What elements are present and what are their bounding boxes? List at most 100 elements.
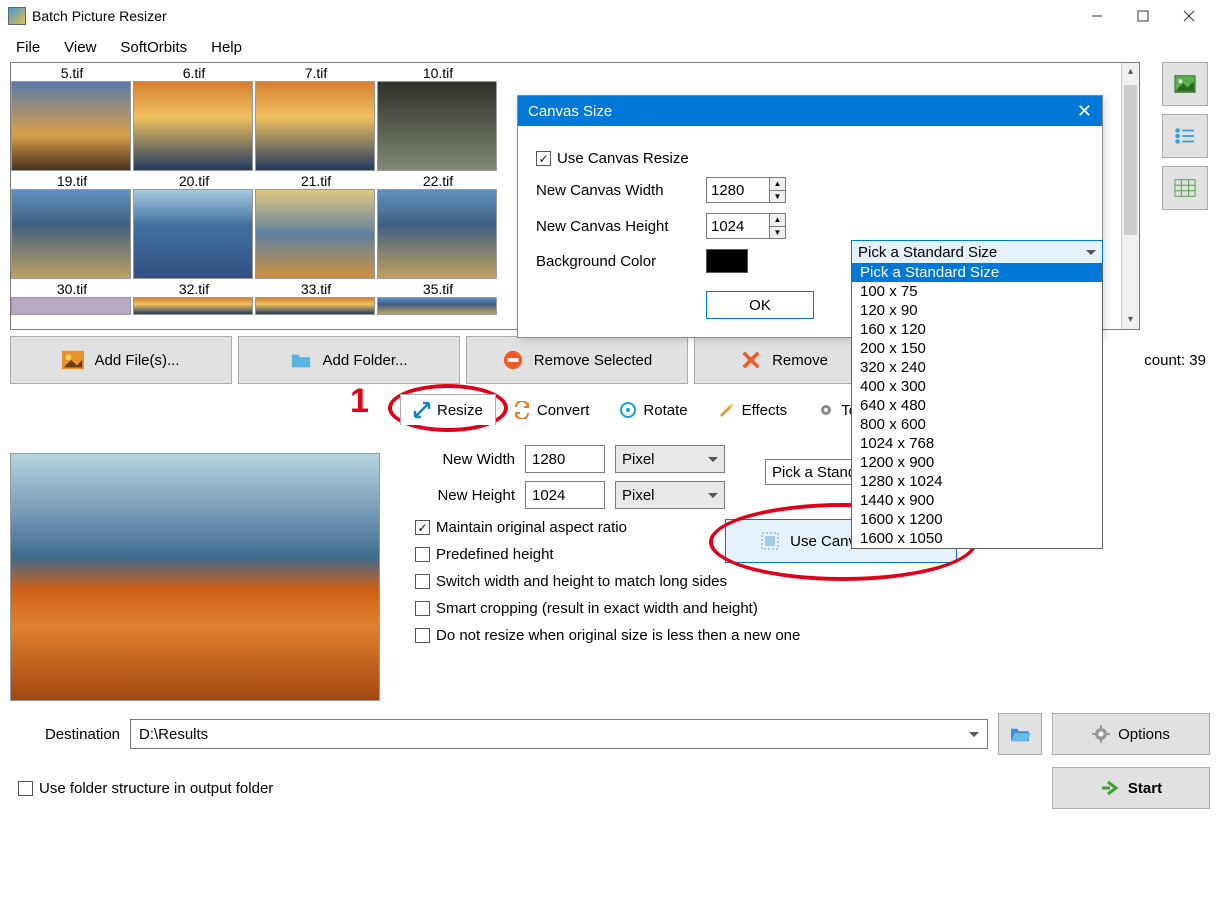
remove-all-button[interactable]: Remove <box>694 336 874 384</box>
chevron-down-icon <box>969 732 979 737</box>
view-thumbnails-button[interactable] <box>1162 62 1208 106</box>
thumb-label: 7.tif <box>255 65 377 81</box>
dlg-width-spinner[interactable]: ▲▼ <box>706 177 786 203</box>
minus-circle-icon <box>502 350 524 370</box>
dropdown-item[interactable]: Pick a Standard Size <box>852 263 1102 282</box>
thumbnail-item[interactable]: 20.tif <box>133 173 255 279</box>
menu-softorbits[interactable]: SoftOrbits <box>110 36 197 59</box>
dlg-use-canvas-row[interactable]: ✓ Use Canvas Resize <box>536 150 1084 167</box>
thumbnail-item[interactable]: 6.tif <box>133 65 255 171</box>
checkbox-icon[interactable] <box>18 781 33 796</box>
width-unit-select[interactable]: Pixel <box>615 445 725 473</box>
tab-convert[interactable]: Convert <box>500 394 603 425</box>
menu-file[interactable]: File <box>6 36 50 59</box>
thumbnail-item[interactable]: 7.tif <box>255 65 377 171</box>
dropdown-item[interactable]: 200 x 150 <box>852 339 1102 358</box>
dropdown-header[interactable]: Pick a Standard Size <box>851 240 1103 264</box>
dropdown-item[interactable]: 1200 x 900 <box>852 453 1102 472</box>
dialog-close-icon[interactable]: ✕ <box>1077 101 1092 122</box>
checkbox-icon[interactable] <box>415 628 430 643</box>
view-list-button[interactable] <box>1162 114 1208 158</box>
close-button[interactable] <box>1166 1 1212 31</box>
dropdown-item[interactable]: 120 x 90 <box>852 301 1102 320</box>
thumbnail-item[interactable]: 32.tif <box>133 281 255 315</box>
dropdown-item[interactable]: 100 x 75 <box>852 282 1102 301</box>
dlg-bgcolor-swatch[interactable] <box>706 249 748 273</box>
spin-down-icon[interactable]: ▼ <box>770 227 785 239</box>
dropdown-item[interactable]: 800 x 600 <box>852 415 1102 434</box>
height-unit-select[interactable]: Pixel <box>615 481 725 509</box>
thumb-label: 5.tif <box>11 65 133 81</box>
tab-resize[interactable]: Resize <box>400 394 496 425</box>
minimize-button[interactable] <box>1074 1 1120 31</box>
new-width-input[interactable] <box>525 445 605 473</box>
thumbnail-item[interactable]: 33.tif <box>255 281 377 315</box>
standard-size-dropdown: Pick a Standard Size Pick a Standard Siz… <box>851 240 1103 549</box>
do-not-resize-row[interactable]: Do not resize when original size is less… <box>415 627 1210 644</box>
unit-value: Pixel <box>622 487 655 504</box>
spin-down-icon[interactable]: ▼ <box>770 191 785 203</box>
maximize-button[interactable] <box>1120 1 1166 31</box>
dlg-height-spinner[interactable]: ▲▼ <box>706 213 786 239</box>
spin-up-icon[interactable]: ▲ <box>770 178 785 191</box>
thumbnail-item[interactable]: 5.tif <box>11 65 133 171</box>
checkbox-icon[interactable] <box>415 601 430 616</box>
smart-crop-row[interactable]: Smart cropping (result in exact width an… <box>415 600 1210 617</box>
dropdown-item[interactable]: 640 x 480 <box>852 396 1102 415</box>
destination-combo[interactable]: D:\Results <box>130 719 988 749</box>
dropdown-item[interactable]: 1600 x 1200 <box>852 510 1102 529</box>
thumb-label: 19.tif <box>11 173 133 189</box>
dropdown-item[interactable]: 1024 x 768 <box>852 434 1102 453</box>
switch-wh-row[interactable]: Switch width and height to match long si… <box>415 573 1210 590</box>
dropdown-item[interactable]: 1280 x 1024 <box>852 472 1102 491</box>
checkbox-checked-icon[interactable]: ✓ <box>415 520 430 535</box>
thumbnail-item[interactable]: 22.tif <box>377 173 499 279</box>
thumbnail-item[interactable]: 10.tif <box>377 65 499 171</box>
checkbox-icon[interactable] <box>415 547 430 562</box>
view-grid-button[interactable] <box>1162 166 1208 210</box>
menu-view[interactable]: View <box>54 36 106 59</box>
dialog-titlebar[interactable]: Canvas Size ✕ <box>518 96 1102 126</box>
destination-row: Destination D:\Results Options <box>10 713 1210 755</box>
tab-rotate[interactable]: Rotate <box>606 394 700 425</box>
dlg-width-label: New Canvas Width <box>536 182 696 199</box>
dlg-width-input[interactable] <box>707 182 767 199</box>
use-folder-structure-row[interactable]: Use folder structure in output folder <box>18 780 273 797</box>
spin-up-icon[interactable]: ▲ <box>770 214 785 227</box>
browse-folder-button[interactable] <box>998 713 1042 755</box>
remove-selected-button[interactable]: Remove Selected <box>466 336 688 384</box>
thumbnail-item[interactable]: 19.tif <box>11 173 133 279</box>
thumbnail-item[interactable]: 30.tif <box>11 281 133 315</box>
scroll-thumb[interactable] <box>1124 85 1137 235</box>
dropdown-item[interactable]: 160 x 120 <box>852 320 1102 339</box>
dropdown-item[interactable]: 400 x 300 <box>852 377 1102 396</box>
tab-effects[interactable]: Effects <box>705 394 801 425</box>
options-button[interactable]: Options <box>1052 713 1210 755</box>
chevron-down-icon <box>708 457 718 462</box>
bottom-row-2: Use folder structure in output folder St… <box>10 767 1210 809</box>
dlg-ok-button[interactable]: OK <box>706 291 814 319</box>
maintain-ratio-label: Maintain original aspect ratio <box>436 519 627 536</box>
dlg-width-row: New Canvas Width ▲▼ <box>536 177 1084 203</box>
thumbnail-item[interactable]: 21.tif <box>255 173 377 279</box>
thumb-label: 21.tif <box>255 173 377 189</box>
app-icon <box>8 7 26 25</box>
dropdown-item[interactable]: 1440 x 900 <box>852 491 1102 510</box>
checkbox-icon[interactable] <box>415 574 430 589</box>
wand-icon <box>718 401 736 419</box>
thumbnail-item[interactable]: 35.tif <box>377 281 499 315</box>
add-files-button[interactable]: Add File(s)... <box>10 336 232 384</box>
checkbox-checked-icon[interactable]: ✓ <box>536 151 551 166</box>
dropdown-item[interactable]: 320 x 240 <box>852 358 1102 377</box>
start-button[interactable]: Start <box>1052 767 1210 809</box>
dropdown-item[interactable]: 1600 x 1050 <box>852 529 1102 548</box>
thumbnail-scrollbar[interactable]: ▴ ▾ <box>1121 63 1139 329</box>
new-height-input[interactable] <box>525 481 605 509</box>
scroll-down-icon[interactable]: ▾ <box>1122 311 1139 329</box>
add-folder-button[interactable]: Add Folder... <box>238 336 460 384</box>
switch-wh-label: Switch width and height to match long si… <box>436 573 727 590</box>
menubar: File View SoftOrbits Help <box>0 32 1220 62</box>
dlg-height-input[interactable] <box>707 218 767 235</box>
scroll-up-icon[interactable]: ▴ <box>1122 63 1139 81</box>
menu-help[interactable]: Help <box>201 36 252 59</box>
